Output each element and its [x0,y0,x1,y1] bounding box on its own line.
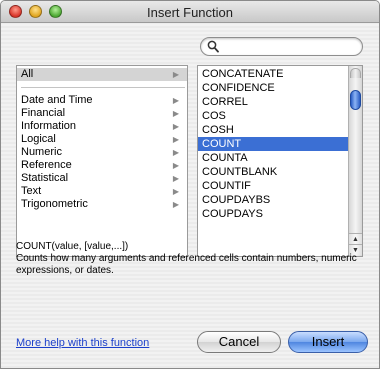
category-item[interactable]: Date and Time ▶ [17,94,187,107]
chevron-right-icon: ▶ [172,70,179,79]
category-label: Logical [21,133,56,145]
category-item[interactable]: Text ▶ [17,185,187,198]
title-bar[interactable]: Insert Function [1,1,379,23]
scrollbar-thumb[interactable] [350,90,361,110]
category-item[interactable]: Statistical ▶ [17,172,187,185]
chevron-right-icon: ▶ [172,122,179,131]
chevron-right-icon: ▶ [172,200,179,209]
window-title: Insert Function [147,5,233,20]
search-field[interactable] [200,37,363,56]
category-label: Text [21,185,42,197]
function-item[interactable]: COSH [198,123,348,137]
function-item[interactable]: CONFIDENCE [198,81,348,95]
function-description: Counts how many arguments and referenced… [16,253,357,276]
function-item[interactable]: COUNTA [198,151,348,165]
category-item[interactable]: Information ▶ [17,120,187,133]
category-divider [21,87,185,88]
category-label: Reference [21,159,72,171]
category-label: Financial [21,107,66,119]
chevron-right-icon: ▶ [172,161,179,170]
scrollbar-top-cap [350,68,361,78]
category-label: Information [21,120,77,132]
category-label: Trigonometric [21,198,88,210]
chevron-right-icon: ▶ [172,187,179,196]
function-item[interactable]: COUNT [198,137,348,151]
function-item[interactable]: CORREL [198,95,348,109]
category-item[interactable]: Logical ▶ [17,133,187,146]
function-item[interactable]: COUNTBLANK [198,165,348,179]
category-item[interactable]: Financial ▶ [17,107,187,120]
chevron-right-icon: ▶ [172,135,179,144]
function-item[interactable]: COS [198,109,348,123]
category-item[interactable]: Reference ▶ [17,159,187,172]
function-item[interactable]: COUPDAYBS [198,193,348,207]
function-item[interactable]: COUPDAYS [198,207,348,221]
cancel-button[interactable]: Cancel [197,331,281,353]
chevron-right-icon: ▶ [172,148,179,157]
scroll-up-arrow-icon[interactable]: ▲ [349,233,362,244]
dialog-content: All ▶ Date and Time ▶ Financial ▶ Information ▶… [1,24,379,368]
chevron-right-icon: ▶ [172,174,179,183]
function-item[interactable]: COUNTIF [198,179,348,193]
category-item[interactable]: Trigonometric ▶ [17,198,187,211]
more-help-link[interactable]: More help with this function [16,337,149,349]
function-item[interactable]: CONCATENATE [198,67,348,81]
category-label: All [21,68,34,80]
category-item[interactable]: Numeric ▶ [17,146,187,159]
category-item[interactable]: All ▶ [17,68,187,81]
insert-button[interactable]: Insert [288,331,368,353]
category-label: Date and Time [21,94,93,106]
category-list[interactable]: All ▶ Date and Time ▶ Financial ▶ Information ▶… [16,65,188,257]
category-label: Numeric [21,146,62,158]
search-icon [207,40,219,53]
chevron-right-icon: ▶ [172,96,179,105]
function-list[interactable]: CONCATENATE CONFIDENCE CORREL COS COSH COUNT C… [197,65,363,257]
insert-function-dialog: Insert Function All ▶ Date and Time ▶ Financ… [0,0,380,369]
category-label: Statistical [21,172,69,184]
function-list-scrollbar[interactable]: ▲ ▼ [348,66,362,256]
chevron-right-icon: ▶ [172,109,179,118]
function-syntax: COUNT(value, [value,...]) [16,241,129,252]
